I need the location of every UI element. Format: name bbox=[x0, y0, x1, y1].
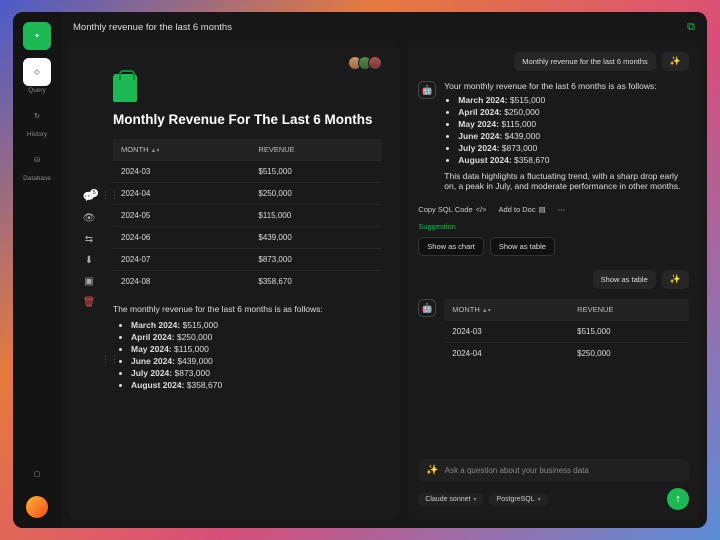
wand-icon: ✨ bbox=[426, 465, 438, 476]
sidebar-item-label: Query bbox=[28, 87, 46, 94]
page-title: Monthly revenue for the last 6 months bbox=[73, 22, 232, 33]
revenue-table: MONTH▲▾ REVENUE 2024-03$515,000 2024-04$… bbox=[113, 139, 382, 292]
table-row: 2024-05$115,000 bbox=[113, 205, 382, 227]
save-icon[interactable]: ▣ bbox=[84, 276, 93, 287]
suggestion-show-table[interactable]: Show as table bbox=[490, 237, 555, 256]
sidebar-item-database[interactable]: ⛁ bbox=[23, 146, 51, 174]
table-row: 2024-04$250,000 bbox=[444, 343, 689, 365]
copy-sql-button[interactable]: Copy SQL Code </> bbox=[418, 205, 486, 214]
doc-heading: Monthly Revenue For The Last 6 Months bbox=[113, 112, 382, 127]
open-external-icon[interactable]: ⧉ bbox=[687, 21, 695, 34]
delete-icon[interactable]: 🗑 bbox=[83, 297, 96, 308]
assistant-message: Your monthly revenue for the last 6 mont… bbox=[444, 81, 689, 191]
more-icon[interactable]: ⋯ bbox=[558, 205, 566, 214]
chat-revenue-table: MONTH▲▾ REVENUE 2024-03$515,000 2024-04$… bbox=[444, 299, 689, 364]
col-month[interactable]: MONTH▲▾ bbox=[444, 299, 569, 321]
list-item: August 2024: $358,670 bbox=[131, 380, 382, 390]
presence-avatars bbox=[113, 56, 382, 70]
avatar[interactable] bbox=[26, 496, 48, 518]
summary-list: March 2024: $515,000 April 2024: $250,00… bbox=[113, 320, 382, 390]
sidebar-item-history[interactable]: ↻ bbox=[23, 102, 51, 130]
list-item: July 2024: $873,000 bbox=[131, 368, 382, 378]
sort-icon: ▲▾ bbox=[151, 148, 160, 154]
wand-icon[interactable]: ✨ bbox=[662, 270, 689, 289]
table-row: 2024-06$439,000 bbox=[113, 227, 382, 249]
table-row: 2024-03$515,000 bbox=[113, 161, 382, 183]
user-message-chip: Monthly revenue for the last 6 months bbox=[514, 52, 655, 71]
drag-handle-icon[interactable]: ⋮⋮ bbox=[101, 190, 119, 201]
send-button[interactable]: ↑ bbox=[667, 488, 689, 510]
sidebar-logo-button[interactable]: ✦ bbox=[23, 22, 51, 50]
share-icon[interactable]: ⇆ bbox=[85, 234, 93, 245]
suggestion-label: Suggestion bbox=[418, 222, 689, 231]
user-message-chip: Show as table bbox=[593, 270, 656, 289]
document-panel: 💬5 👁 ⇆ ⬇ ▣ 🗑 Monthly Revenue For The Las… bbox=[69, 42, 400, 520]
chat-input[interactable]: ✨ Ask a question about your business dat… bbox=[418, 459, 689, 482]
drag-handle-icon[interactable]: ⋮⋮ bbox=[101, 354, 119, 365]
sidebar-item-query[interactable]: ◇ bbox=[23, 58, 51, 86]
summary-intro: The monthly revenue for the last 6 month… bbox=[113, 304, 382, 314]
sidebar-item-label: History bbox=[27, 131, 47, 138]
bot-icon: 🤖 bbox=[418, 81, 436, 99]
table-row: 2024-03$515,000 bbox=[444, 321, 689, 343]
list-item: May 2024: $115,000 bbox=[131, 344, 382, 354]
history-icon: ↻ bbox=[34, 112, 40, 120]
list-item: April 2024: $250,000 bbox=[131, 332, 382, 342]
app-window: ✦ ◇ Query ↻ History ⛁ Database ▢ Monthly… bbox=[13, 12, 707, 528]
main-area: Monthly revenue for the last 6 months ⧉ … bbox=[61, 12, 707, 528]
chat-panel: Monthly revenue for the last 6 months ✨ … bbox=[408, 42, 699, 520]
col-revenue[interactable]: REVENUE bbox=[569, 299, 689, 321]
suggestion-show-chart[interactable]: Show as chart bbox=[418, 237, 484, 256]
wand-icon[interactable]: ✨ bbox=[662, 52, 689, 71]
list-item: June 2024: $439,000 bbox=[131, 356, 382, 366]
bot-icon: 🤖 bbox=[418, 299, 436, 317]
sort-icon: ▲▾ bbox=[482, 308, 491, 314]
sidebar-item-label: Database bbox=[23, 175, 51, 182]
download-icon[interactable]: ⬇ bbox=[85, 255, 93, 266]
table-row: 2024-04$250,000 bbox=[113, 183, 382, 205]
doc-icon: ▤ bbox=[539, 205, 546, 214]
comment-icon[interactable]: 💬5 bbox=[83, 192, 95, 203]
database-icon: ⛁ bbox=[34, 156, 40, 164]
avatar[interactable] bbox=[368, 56, 382, 70]
col-revenue[interactable]: REVENUE bbox=[250, 139, 382, 161]
doc-tool-column: 💬5 👁 ⇆ ⬇ ▣ 🗑 bbox=[79, 52, 99, 510]
table-row: 2024-08$358,670 bbox=[113, 271, 382, 293]
db-select[interactable]: PostgreSQL bbox=[489, 493, 547, 506]
clipboard-icon bbox=[113, 74, 137, 102]
model-select[interactable]: Claude sonnet bbox=[418, 493, 483, 506]
list-item: March 2024: $515,000 bbox=[131, 320, 382, 330]
titlebar: Monthly revenue for the last 6 months ⧉ bbox=[61, 12, 707, 42]
sidebar-bottom-icon[interactable]: ▢ bbox=[23, 460, 51, 488]
sidebar: ✦ ◇ Query ↻ History ⛁ Database ▢ bbox=[13, 12, 61, 528]
code-icon: </> bbox=[476, 205, 487, 214]
add-to-doc-button[interactable]: Add to Doc ▤ bbox=[498, 205, 545, 214]
table-row: 2024-07$873,000 bbox=[113, 249, 382, 271]
col-month[interactable]: MONTH▲▾ bbox=[113, 139, 250, 161]
eye-icon[interactable]: 👁 bbox=[83, 213, 96, 224]
